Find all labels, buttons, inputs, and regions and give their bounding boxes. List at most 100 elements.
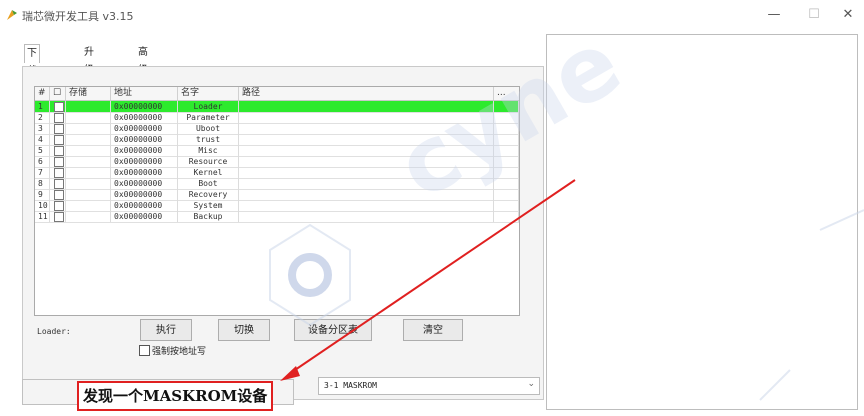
- row-more: [494, 200, 519, 211]
- row-name: Misc: [178, 145, 239, 156]
- row-name: Resource: [178, 156, 239, 167]
- tab-upgrade-firmware[interactable]: 升级固件: [82, 44, 96, 112]
- row-name: Boot: [178, 178, 239, 189]
- row-checkbox-cell: [50, 156, 66, 167]
- row-more: [494, 167, 519, 178]
- row-number: 8: [35, 178, 50, 189]
- row-checkbox[interactable]: [54, 113, 64, 123]
- row-storage: [66, 145, 111, 156]
- row-number: 10: [35, 200, 50, 211]
- tab-advanced[interactable]: 高级功能: [136, 44, 150, 112]
- app-icon: [7, 10, 17, 20]
- row-path: [239, 101, 494, 112]
- row-address: 0x00000000: [111, 189, 178, 200]
- row-path: [239, 134, 494, 145]
- row-checkbox-cell: [50, 189, 66, 200]
- row-storage: [66, 189, 111, 200]
- row-name: Loader: [178, 101, 239, 112]
- row-name: Uboot: [178, 123, 239, 134]
- header-more: ...: [497, 88, 506, 98]
- force-write-label: 强制按地址写: [152, 347, 207, 357]
- row-address: 0x00000000: [111, 145, 178, 156]
- row-checkbox-cell: [50, 123, 66, 134]
- close-button[interactable]: ✕: [834, 6, 862, 24]
- row-checkbox[interactable]: [54, 146, 64, 156]
- row-checkbox-cell: [50, 145, 66, 156]
- row-storage: [66, 112, 111, 123]
- row-storage: [66, 200, 111, 211]
- loader-label: Loader:: [37, 327, 71, 336]
- row-path: [239, 189, 494, 200]
- minimize-button[interactable]: —: [760, 6, 788, 24]
- row-checkbox[interactable]: [54, 212, 64, 222]
- force-write-checkbox[interactable]: [139, 345, 150, 356]
- row-checkbox-cell: [50, 211, 66, 222]
- run-button[interactable]: 执行: [140, 319, 192, 341]
- row-storage: [66, 156, 111, 167]
- row-number: 3: [35, 123, 50, 134]
- tab-download-image[interactable]: 下载镜像: [24, 44, 40, 113]
- row-address: 0x00000000: [111, 167, 178, 178]
- partition-table-button[interactable]: 设备分区表: [294, 319, 372, 341]
- row-checkbox[interactable]: [54, 201, 64, 211]
- row-storage: [66, 178, 111, 189]
- row-path: [239, 211, 494, 222]
- row-more: [494, 211, 519, 222]
- row-more: [494, 112, 519, 123]
- window-title: 瑞芯微开发工具 v3.15: [22, 10, 134, 23]
- row-path: [239, 200, 494, 211]
- row-checkbox[interactable]: [54, 168, 64, 178]
- row-more: [494, 189, 519, 200]
- row-checkbox[interactable]: [54, 135, 64, 145]
- row-more: [494, 134, 519, 145]
- status-message: 发现一个MASKROM设备: [77, 381, 274, 411]
- row-more: [494, 123, 519, 134]
- row-checkbox[interactable]: [54, 102, 64, 112]
- row-checkbox[interactable]: [54, 190, 64, 200]
- row-address: 0x00000000: [111, 123, 178, 134]
- row-name: Recovery: [178, 189, 239, 200]
- title-bar: 瑞芯微开发工具 v3.15 — ☐ ✕: [0, 0, 864, 30]
- row-checkbox-cell: [50, 112, 66, 123]
- row-storage: [66, 167, 111, 178]
- row-number: 4: [35, 134, 50, 145]
- maximize-button[interactable]: ☐: [800, 6, 828, 24]
- row-address: 0x00000000: [111, 134, 178, 145]
- row-more: [494, 156, 519, 167]
- row-checkbox-cell: [50, 167, 66, 178]
- row-number: 5: [35, 145, 50, 156]
- row-number: 7: [35, 167, 50, 178]
- row-address: 0x00000000: [111, 200, 178, 211]
- row-storage: [66, 123, 111, 134]
- row-address: 0x00000000: [111, 178, 178, 189]
- row-checkbox-cell: [50, 101, 66, 112]
- header-check[interactable]: ☐: [50, 87, 66, 100]
- header-num: #: [35, 87, 50, 100]
- row-more: [494, 101, 519, 112]
- row-path: [239, 123, 494, 134]
- row-number: 6: [35, 156, 50, 167]
- row-path: [239, 145, 494, 156]
- row-more: [494, 145, 519, 156]
- row-checkbox[interactable]: [54, 179, 64, 189]
- row-more: [494, 178, 519, 189]
- row-checkbox[interactable]: [54, 157, 64, 167]
- table-row[interactable]: 11 0x00000000 Backup: [35, 211, 519, 223]
- row-storage: [66, 134, 111, 145]
- row-checkbox[interactable]: [54, 124, 64, 134]
- device-select[interactable]: 3-1 MASKROM ⌄: [318, 377, 540, 395]
- header-name: 名字: [178, 87, 239, 100]
- chevron-down-icon[interactable]: ⌄: [527, 379, 535, 389]
- row-address: 0x00000000: [111, 101, 178, 112]
- row-address: 0x00000000: [111, 156, 178, 167]
- row-address: 0x00000000: [111, 211, 178, 222]
- row-number: 9: [35, 189, 50, 200]
- switch-button[interactable]: 切换: [218, 319, 270, 341]
- row-name: Backup: [178, 211, 239, 222]
- row-path: [239, 112, 494, 123]
- row-checkbox-cell: [50, 134, 66, 145]
- row-storage: [66, 101, 111, 112]
- row-path: [239, 178, 494, 189]
- clear-button[interactable]: 清空: [403, 319, 463, 341]
- row-name: System: [178, 200, 239, 211]
